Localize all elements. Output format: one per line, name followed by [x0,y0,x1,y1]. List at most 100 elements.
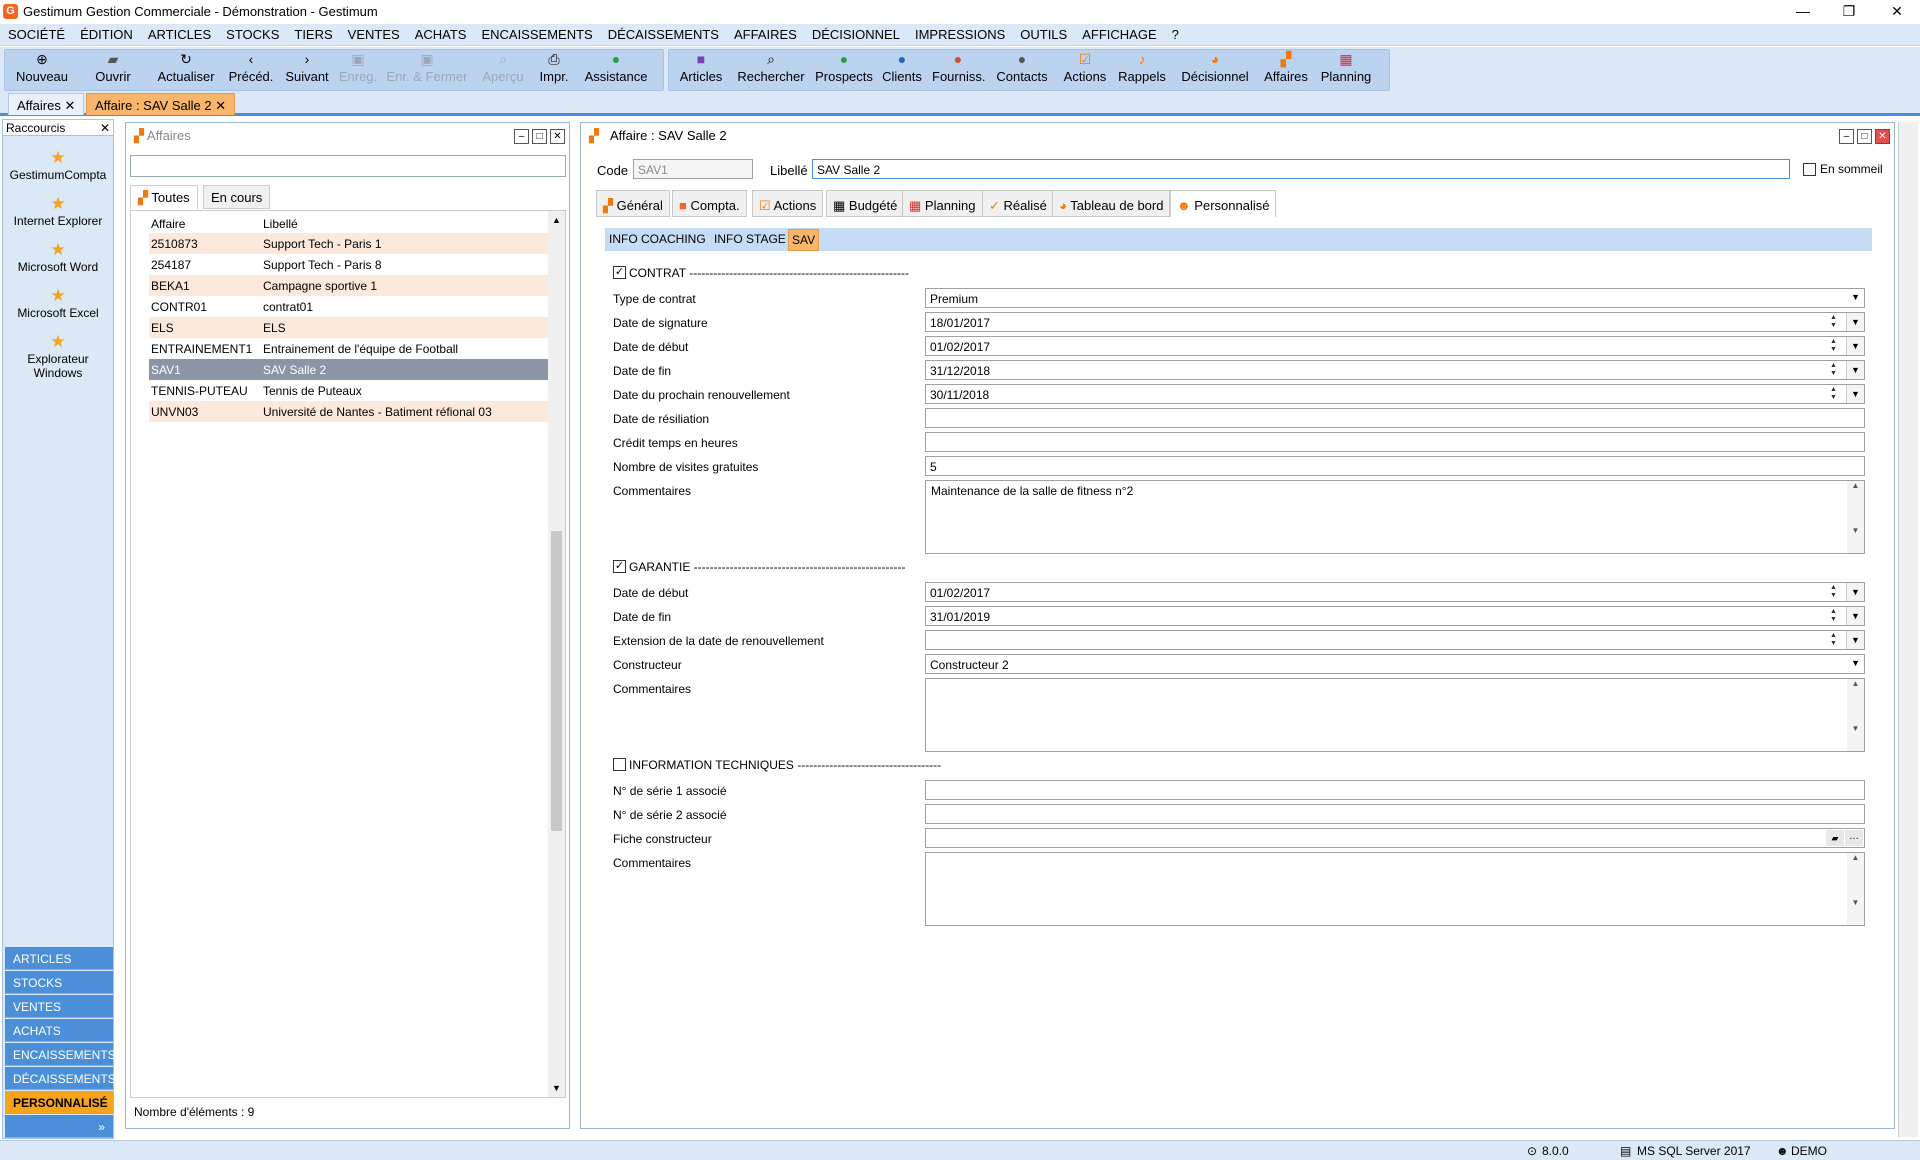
credit-temps-field[interactable] [925,432,1865,452]
tab-budgete[interactable]: ▦ Budgété [826,190,905,217]
tech-checkbox[interactable] [613,758,626,771]
tab-planning[interactable]: ▦ Planning [902,190,983,217]
fournisseurs-button[interactable]: ● Fourniss. [932,49,985,89]
calendar-dropdown-icon[interactable]: ▼ [1846,385,1864,403]
scrollbar[interactable]: ▲ ▼ [1847,679,1864,751]
subtab-info-stage[interactable]: INFO STAGE [714,232,786,246]
date-signature-field[interactable]: 18/01/2017 ▲ ▼ ▼ [925,312,1865,332]
constructeur-select[interactable]: Constructeur 2 ▼ [925,654,1865,674]
table-row[interactable]: BEKA1 Campagne sportive 1 [149,275,551,296]
precedent-button[interactable]: ‹ Précéd. [228,49,274,89]
column-header-libelle[interactable]: Libellé [263,217,298,231]
visites-gratuites-field[interactable]: 5 [925,456,1865,476]
minimize-button[interactable]: — [1780,0,1826,24]
menu-societe[interactable]: SOCIÉTÉ [0,24,72,42]
menu-affaires[interactable]: AFFAIRES [726,24,804,42]
prospects-button[interactable]: ● Prospects [814,49,874,89]
apercu-button[interactable]: ⌕ Aperçu [480,49,526,89]
table-row[interactable]: 254187 Support Tech - Paris 8 [149,254,551,275]
spinner-icon[interactable]: ▲ ▼ [1830,632,1842,648]
menu-articles[interactable]: ARTICLES [140,24,218,42]
table-row[interactable]: ENTRAINEMENT1 Entrainement de l'équipe de… [149,338,551,359]
planning-button[interactable]: ▦ Planning [1318,49,1374,89]
close-icon[interactable]: ✕ [64,98,75,113]
date-resiliation-field[interactable] [925,408,1865,428]
menu-ventes[interactable]: VENTES [340,24,407,42]
category-encaissements[interactable]: ENCAISSEMENTS [5,1043,116,1066]
date-renouvellement-field[interactable]: 30/11/2018 ▲ ▼ ▼ [925,384,1865,404]
tab-personnalise[interactable]: ☻ Personnalisé [1170,190,1277,217]
tab-affaire-detail[interactable]: Affaire : SAV Salle 2 ✕ [86,93,236,115]
chevron-down-icon[interactable]: ▼ [1851,292,1860,302]
spinner-icon[interactable]: ▲ ▼ [1830,338,1842,354]
minimize-icon[interactable]: – [514,129,529,144]
tab-general[interactable]: ▞ Général [596,190,670,217]
shortcut-word[interactable]: ★ Microsoft Word [3,240,113,274]
menu-decisionnel[interactable]: DÉCISIONNEL [804,24,907,42]
chevron-down-icon[interactable]: ▼ [1851,658,1860,668]
tab-toutes[interactable]: ▞ Toutes [130,185,198,209]
table-row[interactable]: TENNIS-PUTEAU Tennis de Puteaux [149,380,551,401]
tab-tableau-de-bord[interactable]: ◕ Tableau de bord [1052,190,1171,217]
serie1-field[interactable] [925,780,1865,800]
category-personnalise[interactable]: PERSONNALISÉ [5,1091,113,1114]
menu-impressions[interactable]: IMPRESSIONS [907,24,1012,42]
type-contrat-select[interactable]: Premium ▼ [925,288,1865,308]
menu-help[interactable]: ? [1164,24,1186,42]
enr-fermer-button[interactable]: ▣ Enr. & Fermer [386,49,468,89]
scrollbar[interactable]: ▲ ▼ [1847,853,1864,925]
close-icon[interactable]: ✕ [100,121,110,135]
main-scrollbar[interactable] [1898,122,1918,1137]
garantie-fin-field[interactable]: 31/01/2019 ▲ ▼ ▼ [925,606,1865,626]
spinner-icon[interactable]: ▲ ▼ [1830,386,1842,402]
spinner-icon[interactable]: ▲ ▼ [1830,608,1842,624]
affaires-button[interactable]: ▞ Affaires [1262,49,1310,89]
spinner-icon[interactable]: ▲ ▼ [1830,314,1842,330]
serie2-field[interactable] [925,804,1865,824]
calendar-dropdown-icon[interactable]: ▼ [1846,313,1864,331]
restore-icon[interactable]: □ [532,129,547,144]
subtab-sav[interactable]: SAV [788,229,820,251]
tab-compta[interactable]: ■ Compta. [672,190,747,217]
close-icon[interactable]: ✕ [1875,129,1890,144]
menu-achats[interactable]: ACHATS [407,24,474,42]
articles-button[interactable]: ■ Articles [678,49,724,89]
spinner-icon[interactable]: ▲ ▼ [1830,362,1842,378]
garantie-debut-field[interactable]: 01/02/2017 ▲ ▼ ▼ [925,582,1865,602]
rappels-button[interactable]: ♪ Rappels [1118,49,1166,89]
rechercher-button[interactable]: ⌕ Rechercher [736,49,806,89]
scroll-down-icon[interactable]: ▼ [548,1083,565,1093]
garantie-checkbox[interactable]: ✓ [613,560,626,573]
close-icon[interactable]: ✕ [215,98,226,113]
contrat-checkbox[interactable]: ✓ [613,266,626,279]
menu-outils[interactable]: OUTILS [1012,24,1074,42]
date-fin-field[interactable]: 31/12/2018 ▲ ▼ ▼ [925,360,1865,380]
shortcut-gestimumcompta[interactable]: ★ GestimumCompta [3,148,113,182]
ouvrir-button[interactable]: ▰ Ouvrir [88,49,138,89]
menu-decaissements[interactable]: DÉCAISSEMENTS [600,24,726,42]
imprimer-button[interactable]: ⎙ Impr. [534,49,574,89]
contrat-commentaires-field[interactable]: Maintenance de la salle de fitness n°2 ▲ ▼ [925,480,1865,554]
shortcut-excel[interactable]: ★ Microsoft Excel [3,286,113,320]
maximize-button[interactable]: ❐ [1826,0,1872,24]
folder-icon[interactable]: ▰ [1826,830,1844,846]
calendar-dropdown-icon[interactable]: ▼ [1846,631,1864,649]
category-stocks[interactable]: STOCKS [5,971,113,994]
category-decaissements[interactable]: DÉCAISSEMENTS [5,1067,116,1090]
table-row[interactable]: CONTR01 contrat01 [149,296,551,317]
calendar-dropdown-icon[interactable]: ▼ [1846,607,1864,625]
tab-actions[interactable]: ☑ Actions [752,190,824,217]
menu-tiers[interactable]: TIERS [286,24,339,42]
column-header-affaire[interactable]: Affaire [151,217,185,231]
tab-affaires-list[interactable]: Affaires ✕ [8,93,85,115]
menu-edition[interactable]: ÉDITION [72,24,140,42]
spinner-icon[interactable]: ▲ ▼ [1830,584,1842,600]
extension-field[interactable]: ▲ ▼ ▼ [925,630,1865,650]
close-button[interactable]: ✕ [1874,0,1920,24]
fiche-constructeur-field[interactable]: ▰… [925,828,1865,848]
calendar-dropdown-icon[interactable]: ▼ [1846,583,1864,601]
contacts-button[interactable]: ● Contacts [994,49,1050,89]
garantie-commentaires-field[interactable]: ▲ ▼ [925,678,1865,752]
table-row[interactable]: ELS ELS [149,317,551,338]
tab-realise[interactable]: ✓ Réalisé [982,190,1054,217]
